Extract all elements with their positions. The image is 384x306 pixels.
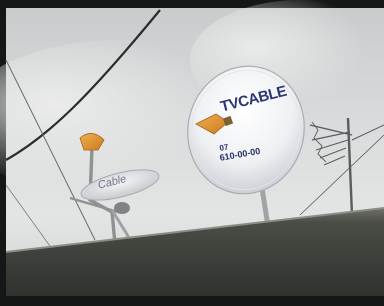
photo: TVCABLE 07 610-00-00 Cable <box>0 0 384 306</box>
photo-border-bottom <box>0 296 384 306</box>
small-dish-bracket <box>114 202 130 214</box>
scene <box>0 0 384 306</box>
